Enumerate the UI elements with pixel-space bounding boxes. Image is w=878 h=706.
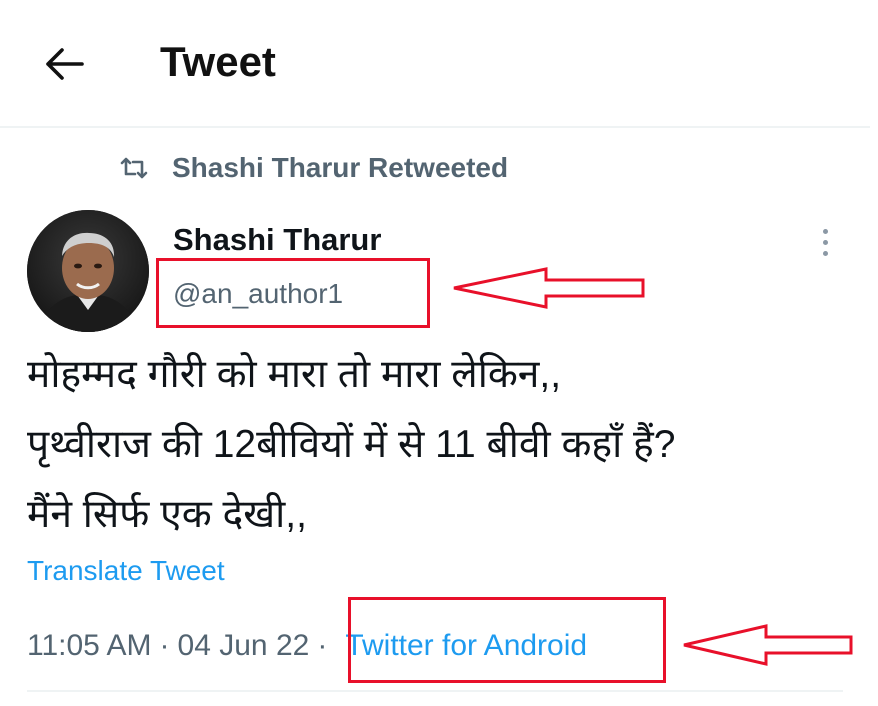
meta-separator: ·	[159, 629, 170, 662]
tweet-line: मैंने सिर्फ एक देखी,,	[27, 493, 307, 536]
page-title: Tweet	[160, 38, 276, 85]
more-options-icon[interactable]	[810, 222, 840, 262]
translate-tweet-link[interactable]: Translate Tweet	[27, 555, 225, 587]
avatar[interactable]	[27, 210, 149, 332]
retweet-label: Shashi Tharur Retweeted	[172, 152, 509, 183]
tweet-divider	[27, 690, 843, 692]
handle-highlight-box	[156, 258, 430, 328]
meta-separator: ·	[317, 629, 328, 662]
retweet-context: Shashi Tharur Retweeted	[118, 148, 508, 188]
header: Tweet	[0, 0, 878, 126]
source-highlight-box	[348, 597, 666, 683]
tweet-line: पृथ्वीराज की 12बीवियों में से 11 बीवी कह…	[27, 423, 676, 466]
tweet-text: मोहम्मद गौरी को मारा तो मारा लेकिन,, पृथ…	[27, 340, 857, 550]
tweet-line: मोहम्मद गौरी को मारा तो मारा लेकिन,,	[27, 353, 562, 396]
tweet-page: Tweet Shashi Tharur Retweeted Shashi Tha…	[0, 0, 878, 706]
arrow-left-annotation-icon	[683, 624, 853, 666]
arrow-left-annotation-icon	[453, 267, 645, 309]
tweet-time: 11:05 AM	[27, 629, 152, 662]
header-divider	[0, 126, 870, 128]
retweet-icon	[118, 153, 152, 183]
tweet-date: 04 Jun 22	[177, 629, 310, 662]
arrow-left-icon	[46, 48, 84, 80]
author-display-name[interactable]: Shashi Tharur	[173, 222, 381, 258]
back-button[interactable]	[36, 36, 92, 92]
